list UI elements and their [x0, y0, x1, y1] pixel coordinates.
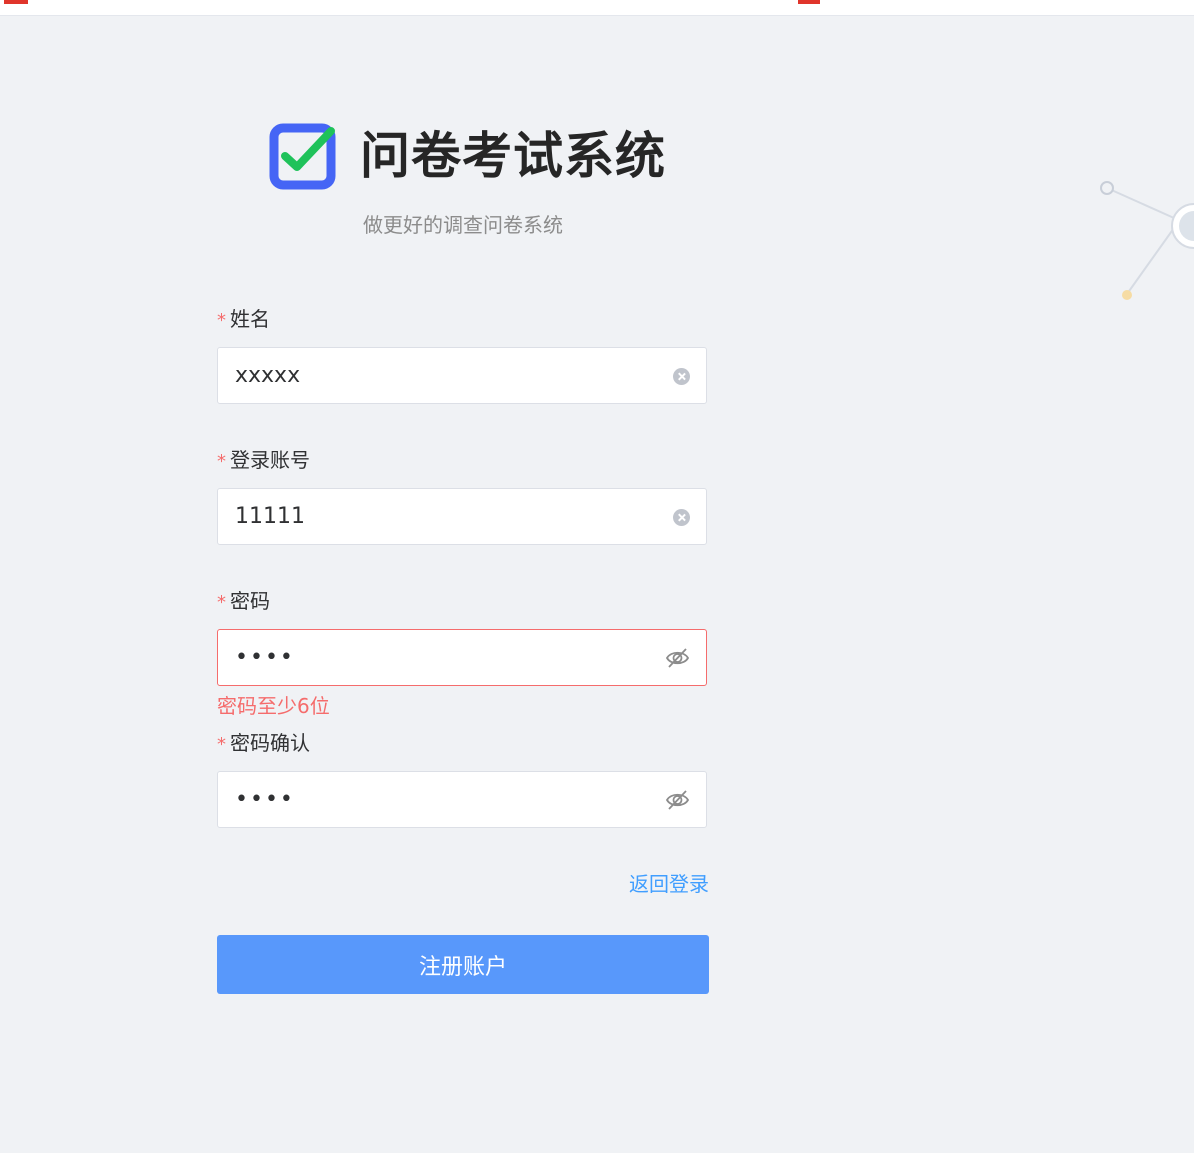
top-browser-strip [0, 0, 1194, 16]
password-input-wrapper [217, 629, 707, 686]
required-mark: * [217, 310, 226, 331]
password-label-text: 密码 [230, 589, 270, 613]
app-subtitle: 做更好的调查问卷系统 [363, 213, 563, 237]
decorative-network-graphic [1100, 181, 1194, 300]
name-label-text: 姓名 [230, 307, 270, 331]
required-mark: * [217, 734, 226, 755]
password-input[interactable] [235, 630, 655, 685]
account-label-text: 登录账号 [230, 448, 310, 472]
password-confirm-label-text: 密码确认 [230, 731, 310, 755]
name-input[interactable] [235, 348, 655, 403]
clear-icon[interactable] [673, 368, 690, 385]
name-input-wrapper [217, 347, 707, 404]
required-mark: * [217, 451, 226, 472]
password-error-message: 密码至少6位 [217, 694, 330, 718]
register-button[interactable]: 注册账户 [217, 935, 709, 994]
top-strip-fragment [798, 0, 820, 4]
password-confirm-input[interactable] [235, 772, 655, 827]
account-input[interactable] [235, 489, 655, 544]
password-confirm-label: * 密码确认 [217, 729, 310, 759]
name-label: * 姓名 [217, 305, 270, 335]
required-mark: * [217, 592, 226, 613]
account-input-wrapper [217, 488, 707, 545]
checkbox-check-icon [269, 123, 336, 189]
back-to-login-link[interactable]: 返回登录 [629, 870, 709, 898]
clear-icon[interactable] [673, 509, 690, 526]
eye-off-icon[interactable] [665, 646, 690, 670]
top-strip-fragment [4, 0, 28, 4]
account-label: * 登录账号 [217, 446, 310, 476]
password-label: * 密码 [217, 587, 270, 617]
app-title: 问卷考试系统 [360, 127, 666, 185]
eye-off-icon[interactable] [665, 788, 690, 812]
password-confirm-input-wrapper [217, 771, 707, 828]
brand-header: 问卷考试系统 [269, 123, 666, 189]
